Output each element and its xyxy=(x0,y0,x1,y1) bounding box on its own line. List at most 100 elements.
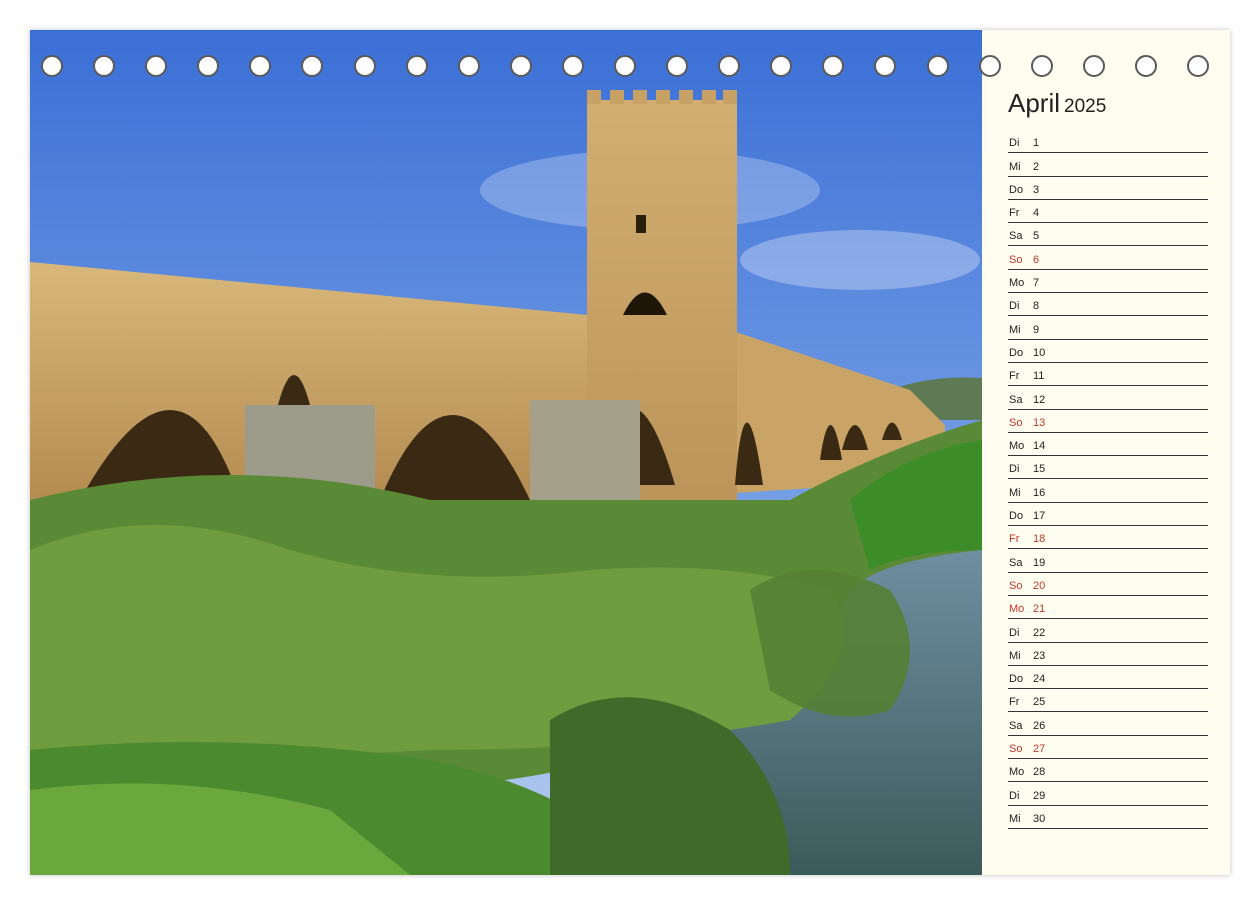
day-weekday: Fr xyxy=(1009,696,1020,709)
day-number: 1 xyxy=(1033,137,1040,150)
day-weekday: Mi xyxy=(1009,649,1021,662)
day-number: 22 xyxy=(1033,626,1046,639)
day-number: 18 xyxy=(1033,533,1046,546)
day-weekday: So xyxy=(1009,253,1023,266)
day-number: 10 xyxy=(1033,346,1046,359)
binding-ring xyxy=(405,55,428,77)
binding-ring xyxy=(197,55,220,77)
day-weekday: So xyxy=(1009,743,1023,756)
binding-ring xyxy=(457,55,480,77)
day-weekday: Sa xyxy=(1009,393,1023,406)
day-number: 14 xyxy=(1033,440,1046,453)
day-weekday: Mo xyxy=(1009,603,1025,616)
day-row: Di 1 xyxy=(1008,131,1208,154)
day-row: Fr 11 xyxy=(1008,364,1208,387)
bridge-photo xyxy=(30,30,982,875)
day-number: 3 xyxy=(1033,183,1040,196)
day-number: 17 xyxy=(1033,510,1046,523)
day-number: 13 xyxy=(1033,416,1046,429)
day-number: 23 xyxy=(1033,649,1046,662)
day-weekday: Mo xyxy=(1009,277,1025,290)
day-weekday: Do xyxy=(1009,673,1024,686)
binding-ring xyxy=(770,55,793,77)
day-weekday: Fr xyxy=(1009,207,1020,220)
day-weekday: Do xyxy=(1009,346,1024,359)
binding-ring xyxy=(353,55,376,77)
binding-ring xyxy=(978,55,1001,77)
day-row: Mi 2 xyxy=(1008,154,1208,177)
day-weekday: Mi xyxy=(1009,323,1021,336)
month-title: April 2025 xyxy=(1008,88,1208,119)
binding-ring xyxy=(301,55,324,77)
day-number: 5 xyxy=(1033,230,1040,243)
day-weekday: So xyxy=(1009,416,1023,429)
binding-ring xyxy=(93,55,116,77)
day-number: 7 xyxy=(1033,277,1040,290)
day-number: 25 xyxy=(1033,696,1046,709)
binding-ring xyxy=(1134,55,1157,77)
day-number: 30 xyxy=(1033,812,1046,825)
day-row: Di 22 xyxy=(1008,620,1208,643)
day-row: Do 17 xyxy=(1008,504,1208,527)
binding-ring xyxy=(249,55,272,77)
day-weekday: Sa xyxy=(1009,230,1023,243)
day-row: Do 24 xyxy=(1008,667,1208,690)
binding-ring xyxy=(145,55,168,77)
day-row: Mi 9 xyxy=(1008,317,1208,340)
binding-ring xyxy=(874,55,897,77)
day-number: 12 xyxy=(1033,393,1046,406)
day-number: 8 xyxy=(1033,300,1040,313)
day-number: 6 xyxy=(1033,253,1040,266)
day-row: So 27 xyxy=(1008,737,1208,760)
day-weekday: Di xyxy=(1009,626,1020,639)
day-number: 27 xyxy=(1033,743,1046,756)
day-row: Di 29 xyxy=(1008,783,1208,806)
day-number: 21 xyxy=(1033,603,1046,616)
day-number: 26 xyxy=(1033,719,1046,732)
day-number: 4 xyxy=(1033,207,1040,220)
day-list: Di 1 Mi 2 Do 3 Fr 4 Sa 5 So 6 Mo 7 Di 8 Mi 9 Do 10 Fr 11 Sa 12 S… xyxy=(1008,131,1208,829)
day-weekday: Mi xyxy=(1009,812,1021,825)
day-row: Mi 30 xyxy=(1008,807,1208,829)
day-weekday: Di xyxy=(1009,789,1020,802)
day-weekday: Mi xyxy=(1009,160,1021,173)
day-number: 15 xyxy=(1033,463,1046,476)
binding-ring xyxy=(666,55,689,77)
day-weekday: Sa xyxy=(1009,719,1023,732)
binding-ring xyxy=(41,55,63,77)
day-row: Do 3 xyxy=(1008,178,1208,200)
binding-ring xyxy=(1187,55,1209,77)
calendar-panel: April 2025 Di 1 Mi 2 Do 3 Fr 4 Sa 5 So 6 Mo 7 Di 8 Mi 9 Do 1… xyxy=(1008,88,1208,830)
day-number: 24 xyxy=(1033,673,1046,686)
bridge-photo-illustration xyxy=(30,30,982,875)
binding-ring xyxy=(926,55,949,77)
binding-ring xyxy=(509,55,532,77)
day-row: Mo 21 xyxy=(1008,597,1208,620)
day-weekday: So xyxy=(1009,579,1023,592)
day-number: 20 xyxy=(1033,579,1046,592)
day-row: Do 10 xyxy=(1008,341,1208,363)
day-row: Sa 12 xyxy=(1008,387,1208,410)
day-weekday: Sa xyxy=(1009,556,1023,569)
day-weekday: Mo xyxy=(1009,766,1025,779)
day-row: So 6 xyxy=(1008,247,1208,270)
day-number: 16 xyxy=(1033,486,1046,499)
day-weekday: Fr xyxy=(1009,370,1020,383)
binding-ring xyxy=(1030,55,1053,77)
year-label: 2025 xyxy=(1064,96,1107,117)
binding-ring xyxy=(561,55,584,77)
calendar-page: April 2025 Di 1 Mi 2 Do 3 Fr 4 Sa 5 So 6 Mo 7 Di 8 Mi 9 Do 1… xyxy=(30,30,1230,875)
day-weekday: Di xyxy=(1009,137,1020,150)
day-number: 11 xyxy=(1033,370,1045,383)
binding-ring xyxy=(614,55,636,77)
day-row: Mo 28 xyxy=(1008,760,1208,783)
binding-ring xyxy=(718,55,741,77)
day-row: Fr 4 xyxy=(1008,201,1208,224)
day-row: Sa 26 xyxy=(1008,713,1208,736)
day-weekday: Do xyxy=(1009,510,1024,523)
day-number: 9 xyxy=(1033,323,1040,336)
day-number: 2 xyxy=(1033,160,1040,173)
month-name: April xyxy=(1008,88,1061,118)
day-row: Fr 18 xyxy=(1008,527,1208,550)
day-number: 29 xyxy=(1033,789,1046,802)
